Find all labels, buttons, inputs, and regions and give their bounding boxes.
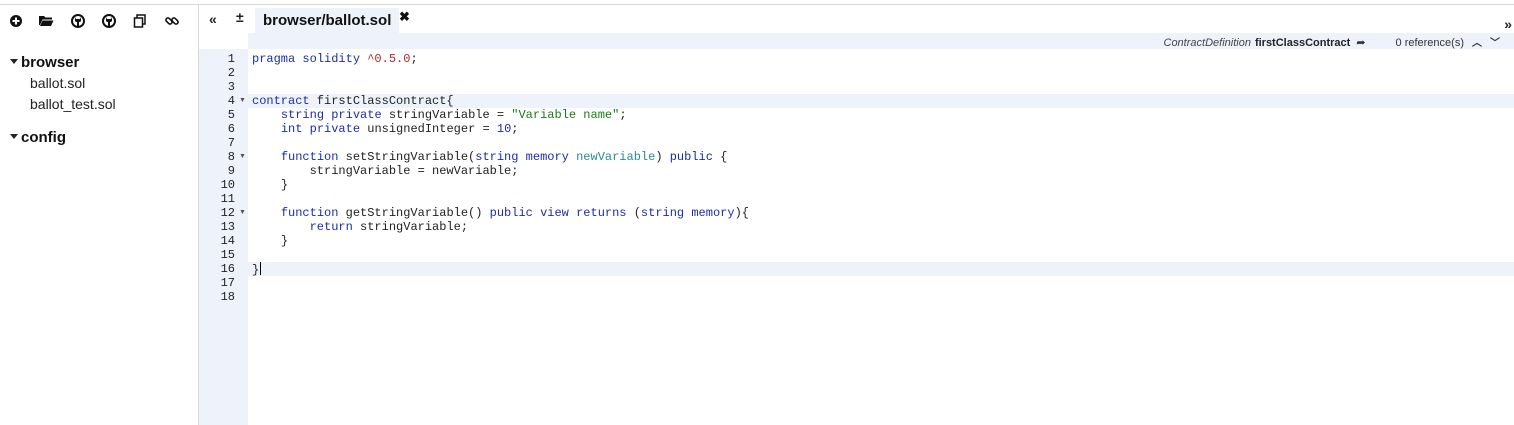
code-line[interactable]: pragma solidity ^0.5.0; <box>248 52 1514 66</box>
line-number: 12 <box>220 206 235 220</box>
line-number: 4 <box>227 94 235 108</box>
line-number: 10 <box>220 178 235 192</box>
open-folder-icon[interactable] <box>38 13 54 29</box>
folder-config[interactable]: config <box>10 129 66 146</box>
link-icon[interactable] <box>164 13 180 29</box>
zoom-icon[interactable]: ± <box>236 9 244 25</box>
line-number: 2 <box>227 66 235 80</box>
tab-browser-ballot[interactable]: browser/ballot.sol <box>255 8 400 34</box>
folder-label: browser <box>21 54 80 71</box>
context-bar: ContractDefinition firstClassContract ➦ 0 r… <box>248 33 1514 49</box>
github-gist-icon[interactable] <box>101 13 117 29</box>
line-number: 18 <box>220 290 235 304</box>
code-line[interactable]: return stringVariable; <box>248 220 1514 234</box>
line-number: 16 <box>220 262 235 276</box>
fold-toggle-icon[interactable]: ▼ <box>239 150 246 164</box>
code-line[interactable]: string private stringVariable = "Variabl… <box>248 108 1514 122</box>
jump-to-definition-icon[interactable]: ➦ <box>1356 37 1365 49</box>
previous-reference-icon[interactable]: ︿ <box>1472 38 1482 49</box>
line-number: 9 <box>227 164 235 178</box>
line-number: 17 <box>220 276 235 290</box>
folder-label: config <box>21 129 66 146</box>
folder-browser[interactable]: browser <box>10 54 79 71</box>
editor-tabs-bar: « ± browser/ballot.sol ✖ » <box>199 5 1514 34</box>
github-icon[interactable] <box>70 13 86 29</box>
line-number: 8 <box>227 150 235 164</box>
code-line[interactable]: } <box>248 234 1514 248</box>
code-editor[interactable]: ContractDefinition firstClassContract ➦ 0 r… <box>199 33 1514 425</box>
code-line[interactable]: int private unsignedInteger = 10; <box>248 122 1514 136</box>
new-file-icon[interactable] <box>8 13 24 29</box>
copy-icon[interactable] <box>132 13 148 29</box>
caret-down-icon[interactable] <box>10 58 18 64</box>
line-number: 13 <box>220 220 235 234</box>
code-text-area[interactable]: pragma solidity ^0.5.0; contract firstCl… <box>248 49 1514 425</box>
text-cursor <box>260 262 262 275</box>
file-explorer-toolbar <box>0 13 198 31</box>
line-number: 3 <box>227 80 235 94</box>
code-line[interactable]: stringVariable = newVariable; <box>248 164 1514 178</box>
code-line[interactable]: } <box>248 178 1514 192</box>
expand-right-panel-icon[interactable]: » <box>1504 16 1512 32</box>
line-number: 15 <box>220 248 235 262</box>
line-number: 7 <box>227 136 235 150</box>
line-number: 14 <box>220 234 235 248</box>
close-tab-icon[interactable]: ✖ <box>399 9 410 25</box>
tab-label: browser/ballot.sol <box>263 12 392 29</box>
caret-down-icon[interactable] <box>10 133 18 139</box>
line-number: 11 <box>220 192 235 206</box>
fold-toggle-icon[interactable]: ▼ <box>239 94 246 108</box>
file-item-ballot[interactable]: ballot.sol <box>30 75 85 91</box>
collapse-left-panel-icon[interactable]: « <box>209 11 217 27</box>
code-line[interactable]: function setStringVariable(string memory… <box>248 150 1514 164</box>
code-line[interactable]: function getStringVariable() public view… <box>248 206 1514 220</box>
file-item-ballot-test[interactable]: ballot_test.sol <box>30 96 116 112</box>
fold-toggle-icon[interactable]: ▼ <box>239 206 246 220</box>
line-number: 5 <box>227 108 235 122</box>
line-number: 6 <box>227 122 235 136</box>
context-type: ContractDefinition <box>1163 37 1251 49</box>
code-line[interactable]: contract firstClassContract{ <box>248 94 1514 108</box>
references-count: 0 reference(s) <box>1395 37 1464 49</box>
next-reference-icon[interactable]: ﹀ <box>1490 38 1500 49</box>
file-explorer-panel: browser ballot.sol ballot_test.sol confi… <box>0 5 198 425</box>
line-number: 1 <box>227 52 235 66</box>
line-number-gutter: 1 2 3 4 ▼ 5 6 7 8 ▼ 9 10 11 12 ▼ 13 14 1… <box>199 49 248 425</box>
context-name: firstClassContract <box>1254 37 1351 49</box>
code-line[interactable]: } <box>248 262 1514 277</box>
